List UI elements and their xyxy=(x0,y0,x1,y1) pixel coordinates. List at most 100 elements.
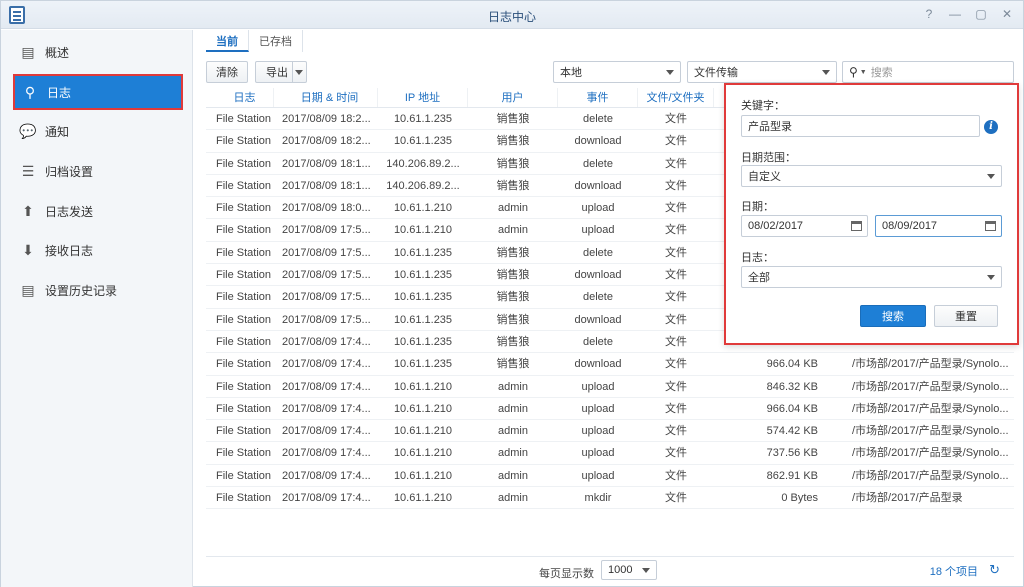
table-row[interactable]: File Station 2017/08/09 17:4... 10.61.1.21… xyxy=(206,442,1014,465)
table-cell: mkdir xyxy=(584,492,612,505)
log-receive-icon: ⬇ xyxy=(22,241,34,258)
help-icon[interactable]: ? xyxy=(921,6,937,22)
info-icon[interactable]: i xyxy=(984,120,998,134)
search-input[interactable]: ⚲ ▼ 搜索 xyxy=(842,61,1014,83)
table-row[interactable]: File Station 2017/08/09 17:4... 10.61.1.21… xyxy=(206,487,1014,510)
date-to-input[interactable]: 08/09/2017 xyxy=(875,215,1002,237)
table-row[interactable]: File Station 2017/08/09 17:4... 10.61.1.21… xyxy=(206,420,1014,443)
table-cell: 文件 xyxy=(665,224,687,237)
tab-bar: 当前 已存档 xyxy=(206,30,303,52)
toolbar: 清除 导出 本地 文件传输 ⚲ ▼ 搜索 xyxy=(206,61,1014,83)
per-page-select[interactable]: 1000 xyxy=(601,560,657,580)
refresh-icon[interactable]: ↻ xyxy=(989,562,1000,578)
table-cell: 862.91 KB xyxy=(766,469,818,482)
table-cell: 文件 xyxy=(665,313,687,326)
per-page-label: 每页显示数 xyxy=(539,568,594,580)
sidebar-item-label: 日志发送 xyxy=(45,204,94,219)
date-from-input[interactable]: 08/02/2017 xyxy=(741,215,868,237)
table-cell: 文件 xyxy=(665,135,687,148)
table-cell: 10.61.1.210 xyxy=(393,402,453,415)
column-header[interactable]: 日期 & 时间 xyxy=(274,88,378,107)
date-range-select[interactable]: 自定义 xyxy=(741,165,1002,187)
table-cell: admin xyxy=(498,224,528,237)
tab-archived[interactable]: 已存档 xyxy=(249,30,303,52)
sidebar-item-6[interactable]: ▤ 设置历史记录 xyxy=(13,272,183,308)
column-header[interactable]: IP 地址 xyxy=(378,88,468,107)
clear-button[interactable]: 清除 xyxy=(206,61,248,83)
table-cell: 10.61.1.235 xyxy=(393,113,453,125)
table-cell: 文件 xyxy=(665,246,687,259)
sidebar-item-2[interactable]: 💬 通知 xyxy=(13,113,183,149)
column-header[interactable]: 文件/文件夹 xyxy=(638,88,714,107)
table-cell: 销售狼 xyxy=(496,246,530,259)
keyword-value: 产品型录 xyxy=(748,121,792,133)
table-cell: 2017/08/09 17:4... xyxy=(282,402,371,415)
table-cell: admin xyxy=(498,202,528,215)
log-select[interactable]: 全部 xyxy=(741,266,1002,288)
table-cell: 2017/08/09 17:4... xyxy=(282,469,371,482)
table-cell: 140.206.89.2... xyxy=(386,179,460,192)
table-cell: /市场部/2017/产品型录 xyxy=(852,492,963,505)
table-row[interactable]: File Station 2017/08/09 17:4... 10.61.1.21… xyxy=(206,398,1014,421)
table-cell: File Station xyxy=(216,380,272,393)
table-cell: delete xyxy=(583,113,613,125)
table-cell: File Station xyxy=(216,335,272,348)
table-cell: 2017/08/09 17:4... xyxy=(282,380,371,393)
column-header[interactable]: 事件 xyxy=(558,88,638,107)
table-cell: 2017/08/09 18:2... xyxy=(282,135,371,148)
sidebar-item-4[interactable]: ⬆ 日志发送 xyxy=(13,193,183,229)
calendar-icon[interactable] xyxy=(851,221,862,231)
chevron-down-icon[interactable]: ▼ xyxy=(860,69,867,76)
table-cell: upload xyxy=(581,425,615,438)
log-send-icon: ⬆ xyxy=(22,202,34,219)
table-cell: 2017/08/09 17:5... xyxy=(282,224,371,237)
table-cell: 2017/08/09 17:4... xyxy=(282,335,371,348)
table-cell: delete xyxy=(583,335,613,348)
chevron-down-icon xyxy=(642,568,650,573)
table-cell: 销售狼 xyxy=(496,179,530,192)
table-cell: 2017/08/09 17:4... xyxy=(282,447,371,460)
table-cell: 10.61.1.210 xyxy=(393,224,453,237)
maximize-icon[interactable]: ▢ xyxy=(973,6,989,22)
table-cell: File Station xyxy=(216,469,272,482)
table-row[interactable]: File Station 2017/08/09 17:4... 10.61.1.21… xyxy=(206,376,1014,398)
sidebar-item-3[interactable]: ☰ 归档设置 xyxy=(13,153,183,189)
table-row[interactable]: File Station 2017/08/09 17:4... 10.61.1.21… xyxy=(206,465,1014,488)
column-header[interactable]: 日志 xyxy=(206,88,274,107)
calendar-icon[interactable] xyxy=(985,221,996,231)
minimize-icon[interactable]: — xyxy=(947,6,963,22)
reset-button[interactable]: 重置 xyxy=(934,305,998,327)
table-cell: 10.61.1.210 xyxy=(393,202,453,215)
table-cell: 574.42 KB xyxy=(766,425,818,438)
table-cell: 10.61.1.235 xyxy=(393,335,453,348)
table-cell: download xyxy=(574,135,622,148)
table-cell: 966.04 KB xyxy=(766,358,818,371)
table-cell: /市场部/2017/产品型录/Synolo... xyxy=(852,447,1009,460)
export-button[interactable]: 导出 xyxy=(255,61,307,83)
sidebar-item-5[interactable]: ⬇ 接收日志 xyxy=(13,232,183,268)
sidebar-item-label: 概述 xyxy=(45,45,70,60)
keyword-input[interactable]: 产品型录 xyxy=(741,115,980,137)
table-cell: download xyxy=(574,269,622,282)
sidebar-item-label: 日志 xyxy=(47,85,72,100)
title-bar: 日志中心 ? — ▢ ✕ xyxy=(1,1,1023,29)
table-cell: 文件 xyxy=(665,269,687,282)
close-icon[interactable]: ✕ xyxy=(999,6,1015,22)
sidebar-item-0[interactable]: ▤ 概述 xyxy=(13,34,183,70)
column-header[interactable]: 用户 xyxy=(468,88,558,107)
export-dropdown-toggle[interactable] xyxy=(292,62,306,82)
table-row[interactable]: File Station 2017/08/09 17:4... 10.61.1.23… xyxy=(206,353,1014,376)
table-cell: File Station xyxy=(216,492,272,505)
table-cell: /市场部/2017/产品型录/Synolo... xyxy=(852,469,1009,482)
chevron-down-icon xyxy=(987,275,995,280)
sidebar-item-1[interactable]: ⚲ 日志 xyxy=(13,74,183,110)
type-select[interactable]: 文件传输 xyxy=(687,61,837,83)
table-cell: File Station xyxy=(216,402,272,415)
table-cell: File Station xyxy=(216,113,272,125)
tab-current[interactable]: 当前 xyxy=(206,30,249,52)
table-cell: 2017/08/09 17:5... xyxy=(282,246,371,259)
search-button[interactable]: 搜索 xyxy=(860,305,926,327)
table-cell: 文件 xyxy=(665,469,687,482)
sidebar-item-label: 归档设置 xyxy=(45,164,94,179)
source-select[interactable]: 本地 xyxy=(553,61,681,83)
